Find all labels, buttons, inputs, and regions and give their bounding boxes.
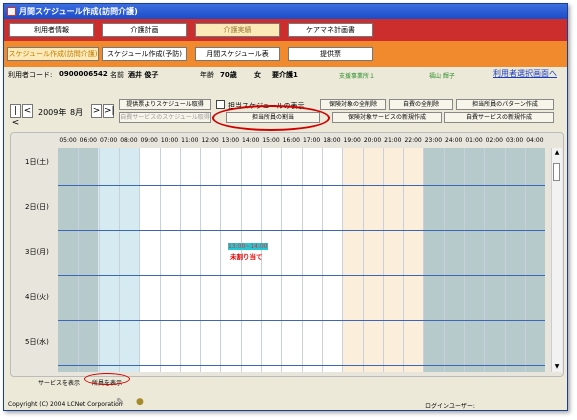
hour-divider (423, 148, 424, 372)
hour-divider (139, 148, 140, 372)
care-level: 要介護1 (272, 71, 298, 79)
user-name: 酒井 俊子 (128, 71, 159, 79)
hour-divider (322, 148, 323, 372)
user-code-label: 利用者コード: (8, 71, 53, 79)
row-divider (58, 230, 545, 231)
hour-divider (119, 148, 120, 372)
hour-divider (281, 148, 282, 372)
support-office: 支援事業所１ (339, 73, 376, 80)
first-month-button[interactable]: |< (10, 104, 21, 128)
title-bar: 月間スケジュール作成(訪問介護) (4, 4, 567, 19)
user-code: 0900006542 (59, 70, 108, 78)
vertical-scrollbar[interactable]: ▲ ▼ (551, 148, 562, 372)
hour-divider (403, 148, 404, 372)
hour-divider (220, 148, 221, 372)
month-display: 8月 (70, 108, 84, 117)
age-label: 年齢 (200, 71, 214, 79)
staff-name: 福山 輝子 (429, 73, 455, 80)
hour-divider (383, 148, 384, 372)
hour-divider (160, 148, 161, 372)
hour-divider (302, 148, 303, 372)
day-label: 2日(日) (25, 203, 49, 211)
subtab-schedule-visit[interactable]: スケジュール作成(訪問介護) (7, 47, 99, 61)
get-from-provision-button[interactable]: 提供票よりスケジュール取得 (119, 99, 211, 110)
new-own-service-button[interactable]: 自費サービスの新規作成 (444, 112, 554, 123)
scroll-up-icon[interactable]: ▲ (552, 148, 562, 158)
checkbox-icon (216, 100, 225, 109)
pen-icon: ✎ (116, 397, 125, 408)
tab-care-records[interactable]: 介護実績 (195, 23, 280, 37)
schedule-grid[interactable]: 13:00~14:00 未割り当て (58, 148, 545, 372)
subtab-monthly-schedule[interactable]: 月間スケジュール表 (195, 47, 280, 61)
next-icon: > (92, 106, 101, 116)
main-nav-bar: 利用者情報 介護計画 介護実績 ケアマネ計画書 (4, 19, 567, 41)
hour-divider (484, 148, 485, 372)
schedule-entry-time[interactable]: 13:00~14:00 (228, 243, 268, 250)
prev-icon: < (23, 106, 32, 116)
row-divider (58, 275, 545, 276)
day-label: 3日(月) (25, 248, 49, 256)
get-own-service-button[interactable]: 自費サービスのスケジュール取得 (119, 112, 211, 123)
hour-divider (200, 148, 201, 372)
main-window: 月間スケジュール作成(訪問介護) 利用者情報 介護計画 介護実績 ケアマネ計画書… (3, 3, 568, 411)
show-service-option[interactable]: サービスを表示 (38, 378, 80, 387)
time-tick: 04:00 (526, 137, 544, 144)
hour-divider (99, 148, 100, 372)
highlight-oval-small (84, 373, 130, 385)
window-title: 月間スケジュール作成(訪問介護) (19, 7, 138, 16)
year-display: 2009年 (38, 108, 67, 117)
new-insured-service-button[interactable]: 保険対象サービスの新規作成 (332, 112, 442, 123)
next-month-button[interactable]: > (91, 104, 102, 118)
user-select-link[interactable]: 利用者選択画面へ (493, 68, 557, 79)
app-icon (7, 7, 16, 16)
tab-user-info[interactable]: 利用者情報 (9, 23, 94, 37)
user-gender: 女 (254, 71, 261, 79)
hour-divider (363, 148, 364, 372)
first-icon: |< (11, 106, 20, 128)
row-divider (58, 365, 545, 366)
schedule-panel: 05:00 06:00 07:00 08:00 09:00 10:00 11:00 12:00… (10, 132, 564, 377)
subtab-schedule-prevention[interactable]: スケジュール作成(予防) (102, 47, 187, 61)
login-user-label: ログインユーザー: (425, 403, 475, 410)
subtab-provision[interactable]: 提供票 (288, 47, 373, 61)
help-icon[interactable]: ● (136, 397, 144, 407)
hour-divider (505, 148, 506, 372)
day-label: 5日(水) (25, 338, 49, 346)
day-label: 4日(火) (25, 293, 49, 301)
tab-care-plan[interactable]: 介護計画 (102, 23, 187, 37)
user-info-bar: 利用者コード: 0900006542 名前 酒井 俊子 年齢 70歳 女 要介護… (4, 68, 567, 82)
hour-divider (180, 148, 181, 372)
hour-divider (78, 148, 79, 372)
hour-divider (525, 148, 526, 372)
hour-divider (342, 148, 343, 372)
last-month-button[interactable]: >| (103, 104, 115, 118)
day-label: 1日(土) (25, 158, 49, 166)
delete-insured-button[interactable]: 保険対象の全削除 (320, 99, 386, 110)
last-icon: >| (104, 106, 115, 116)
staff-pattern-button[interactable]: 担当所員のパターン作成 (456, 99, 554, 110)
row-divider (58, 320, 545, 321)
tab-caremanager-plan[interactable]: ケアマネ計画書 (288, 23, 373, 37)
scroll-down-icon[interactable]: ▼ (552, 362, 562, 372)
delete-own-button[interactable]: 自費の全削除 (389, 99, 453, 110)
highlight-oval (212, 105, 330, 131)
user-name-label: 名前 (110, 71, 124, 79)
user-age: 70歳 (220, 71, 237, 79)
copyright-text: Copyright (C) 2004 LCNet Corporation (8, 401, 123, 408)
schedule-entry-status[interactable]: 未割り当て (230, 251, 263, 261)
hour-divider (444, 148, 445, 372)
row-divider (58, 185, 545, 186)
sub-nav-bar: スケジュール作成(訪問介護) スケジュール作成(予防) 月間スケジュール表 提供… (4, 41, 567, 67)
scroll-thumb[interactable] (553, 163, 560, 181)
prev-month-button[interactable]: < (22, 104, 33, 118)
hour-divider (464, 148, 465, 372)
